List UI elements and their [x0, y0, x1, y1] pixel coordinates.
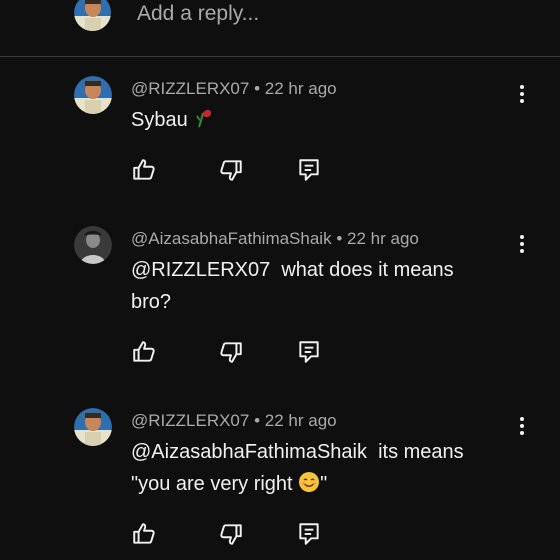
avatar[interactable] — [74, 226, 112, 264]
vertical-dots-icon[interactable] — [513, 233, 531, 255]
comment-text-closing-quote: " — [320, 473, 328, 495]
comment-author[interactable]: @RIZZLERX07 — [131, 411, 249, 430]
thumbs-up-icon[interactable] — [131, 339, 157, 365]
avatar[interactable] — [74, 408, 112, 446]
reply-input-bar: Add a reply... — [0, 0, 560, 57]
thumbs-down-icon[interactable] — [218, 339, 244, 365]
comment-text-line: "you are very right — [131, 473, 299, 495]
comment-meta: @RIZZLERX07 • 22 hr ago — [131, 411, 337, 431]
comment-author[interactable]: @AizasabhaFathimaShaik — [131, 229, 332, 248]
comment-text-line: Sybau — [131, 109, 194, 131]
comment-icon[interactable] — [296, 157, 322, 183]
comment-author[interactable]: @RIZZLERX07 — [131, 79, 249, 98]
thumbs-up-icon[interactable] — [131, 157, 157, 183]
smiling-face-icon — [299, 472, 320, 492]
comment-text: Sybau — [131, 104, 215, 136]
comment-text-line: bro? — [131, 291, 172, 313]
meta-separator: • — [254, 411, 261, 430]
comment-icon[interactable] — [296, 339, 322, 365]
comment-text: @AizasabhaFathimaShaik its means "you ar… — [131, 436, 464, 500]
thumbs-down-icon[interactable] — [218, 521, 244, 547]
comment-text-line: @AizasabhaFathimaShaik its means — [131, 441, 464, 463]
thumbs-up-icon[interactable] — [131, 521, 157, 547]
comment-time: 22 hr ago — [347, 229, 419, 248]
wilted-rose-icon — [196, 109, 212, 128]
thumbs-down-icon[interactable] — [218, 157, 244, 183]
avatar[interactable] — [74, 76, 112, 114]
comment-icon[interactable] — [296, 521, 322, 547]
meta-separator: • — [254, 79, 261, 98]
comment-time: 22 hr ago — [264, 79, 337, 98]
comment-time: 22 hr ago — [264, 411, 337, 430]
vertical-dots-icon[interactable] — [513, 83, 531, 105]
reply-thread: Add a reply... @RIZZLERX07 • 22 hr ago S… — [0, 0, 560, 560]
comment-text-line: @RIZZLERX07 what does it means — [131, 259, 454, 281]
comment-meta: @RIZZLERX07 • 22 hr ago — [131, 79, 337, 99]
comment-meta: @AizasabhaFathimaShaik • 22 hr ago — [131, 229, 419, 249]
vertical-dots-icon[interactable] — [513, 415, 531, 437]
reply-input[interactable]: Add a reply... — [137, 0, 259, 28]
comment-text: @RIZZLERX07 what does it means bro? — [131, 254, 454, 318]
current-user-avatar — [74, 0, 111, 31]
meta-separator: • — [336, 229, 343, 248]
